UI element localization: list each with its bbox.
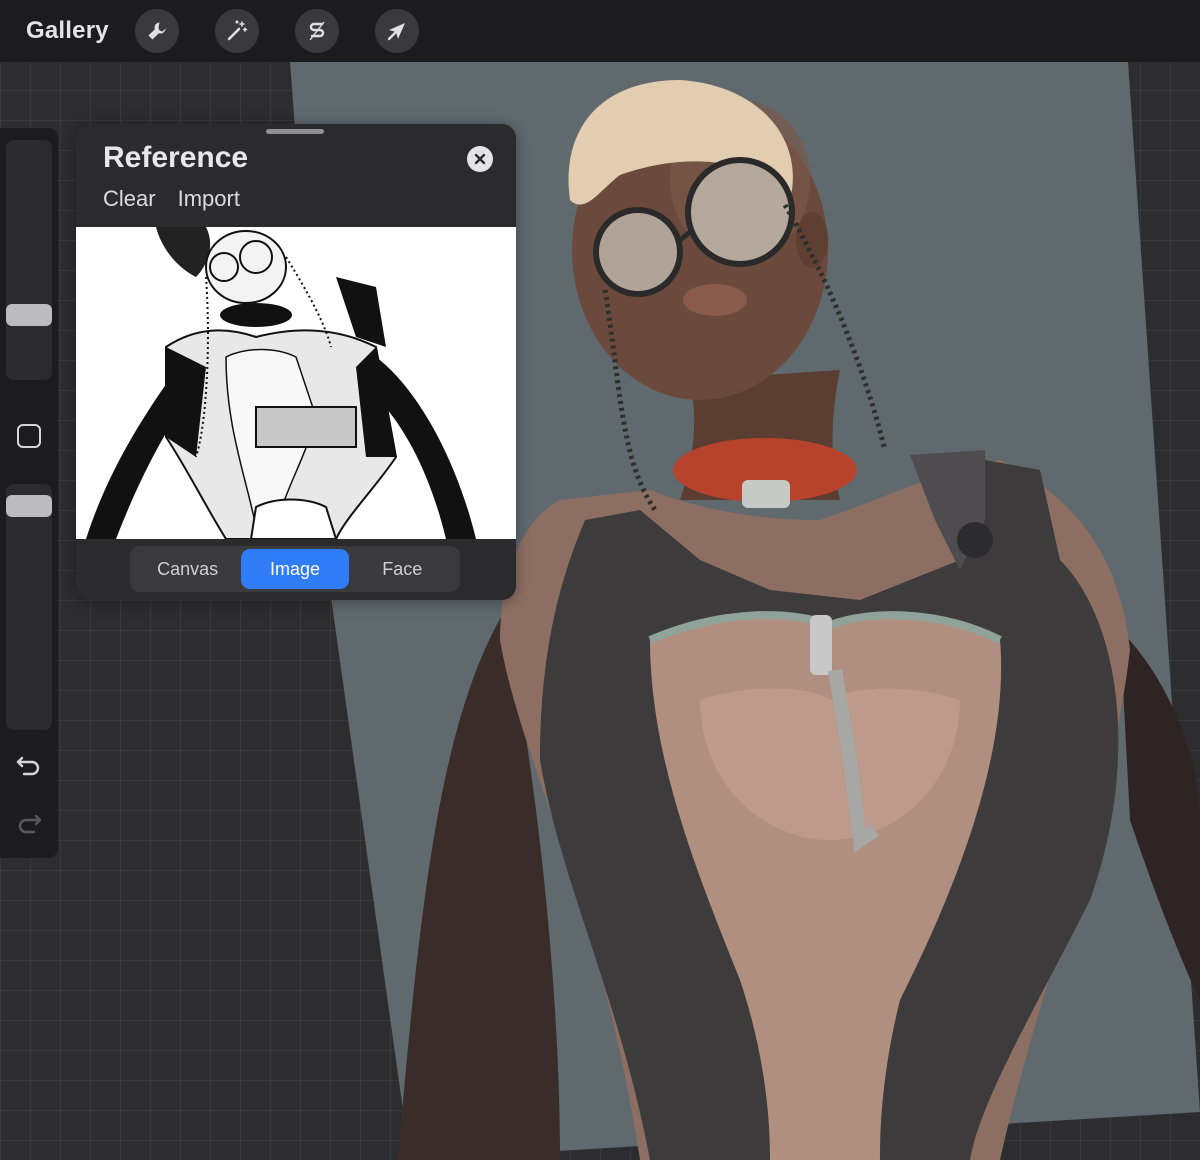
brush-size-thumb[interactable]: [6, 304, 52, 326]
opacity-slider[interactable]: [6, 484, 52, 730]
procreate-app: Gallery Reference Clear Import Canvas Im…: [0, 0, 1200, 1160]
magic-wand-icon: [227, 20, 248, 41]
undo-button[interactable]: [14, 750, 44, 780]
tab-image[interactable]: Image: [241, 549, 349, 589]
undo-arrow-icon: [16, 756, 40, 776]
tab-face[interactable]: Face: [349, 549, 456, 589]
reference-image: [76, 227, 516, 539]
gallery-button[interactable]: Gallery: [26, 17, 109, 45]
redo-button[interactable]: [14, 808, 44, 838]
clear-button[interactable]: Clear: [103, 186, 156, 212]
top-toolbar: Gallery: [0, 0, 1200, 62]
modify-button-square-icon[interactable]: [17, 424, 41, 448]
transform-button[interactable]: [374, 9, 419, 53]
selection-s-icon: [309, 21, 325, 41]
left-sidebar: [0, 128, 58, 858]
actions-button[interactable]: [134, 9, 179, 53]
reference-manga-drawing: [76, 227, 516, 539]
redo-arrow-icon: [18, 814, 42, 834]
panel-grabber[interactable]: [266, 129, 324, 134]
brush-size-slider[interactable]: [6, 140, 52, 380]
tab-canvas[interactable]: Canvas: [134, 549, 241, 589]
reference-panel: Reference Clear Import Canvas Image Face: [76, 124, 516, 600]
selection-button[interactable]: [294, 9, 339, 53]
reference-mode-segmented-control: Canvas Image Face: [130, 546, 460, 592]
opacity-thumb[interactable]: [6, 495, 52, 517]
close-icon: [474, 153, 486, 165]
reference-actions: Clear Import: [103, 186, 240, 212]
adjustments-button[interactable]: [214, 9, 259, 53]
wrench-icon: [148, 22, 166, 40]
close-button[interactable]: [467, 146, 493, 172]
arrow-cursor-icon: [387, 23, 405, 41]
import-button[interactable]: Import: [178, 186, 240, 212]
reference-title: Reference: [103, 141, 249, 174]
